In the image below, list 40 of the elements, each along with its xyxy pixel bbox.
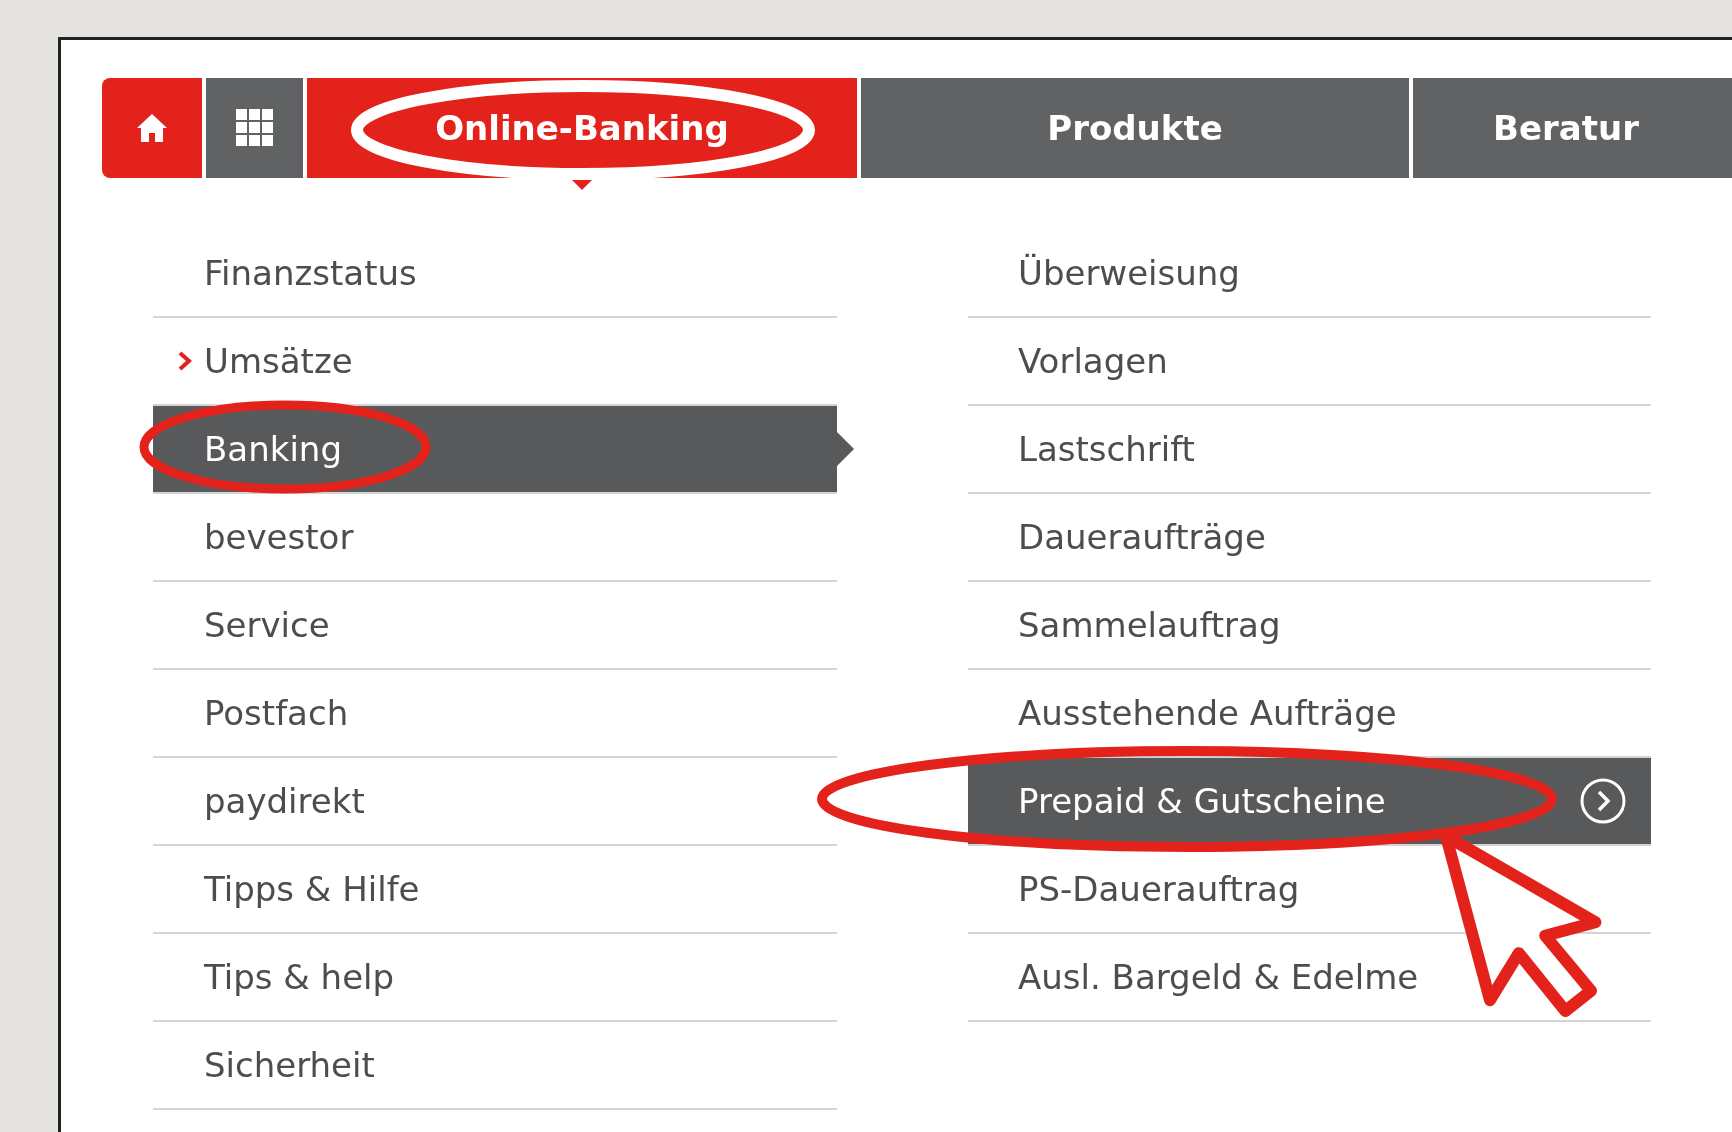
menu-item[interactable]: Tips & help [153,934,837,1022]
menu-item[interactable]: Tipps & Hilfe [153,846,837,934]
home-icon [135,112,169,144]
menu-item-label: Überweisung [1018,253,1240,293]
menu-item[interactable]: Sicherheit [153,1022,837,1110]
menu-item[interactable]: Service [153,582,837,670]
menu-item-label: PS-Dauerauftrag [1018,869,1300,909]
menu-item-label: bevestor [204,517,354,557]
nav-tab[interactable]: Produkte [861,78,1409,178]
menu-item-label: Postfach [204,693,349,733]
home-button[interactable] [102,78,202,178]
menu-item-label: Daueraufträge [1018,517,1266,557]
menu-item-label: Finanzstatus [204,253,417,293]
menu-item[interactable]: Vorlagen [968,318,1651,406]
menu-item-label: Sammelauftrag [1018,605,1281,645]
nav-tab[interactable]: Beratur [1413,78,1732,178]
menu-item-label: Ausstehende Aufträge [1018,693,1397,733]
menu-item-label: Lastschrift [1018,429,1195,469]
menu-item-label: paydirekt [204,781,365,821]
menu-item-label: Service [204,605,330,645]
menu-item[interactable]: paydirekt [153,758,837,846]
menu-item-label: Prepaid & Gutscheine [1018,781,1386,821]
chevron-circle-icon [1579,777,1627,825]
menu-item-label: Sicherheit [204,1045,375,1085]
menu-item-label: Banking [204,429,342,469]
menu-item[interactable]: Überweisung [968,230,1651,318]
grid-icon [235,109,274,147]
menu-item[interactable]: bevestor [153,494,837,582]
menu-item[interactable]: Postfach [153,670,837,758]
menu-item-label: Vorlagen [1018,341,1168,381]
menu-item[interactable]: Daueraufträge [968,494,1651,582]
menu-item[interactable]: Finanzstatus [153,230,837,318]
menu-item-label: Ausl. Bargeld & Edelme [1018,957,1419,997]
menu-item-label: Tipps & Hilfe [204,869,420,909]
menu-item[interactable]: Lastschrift [968,406,1651,494]
apps-grid-button[interactable] [206,78,303,178]
menu-item[interactable]: Sammelauftrag [968,582,1651,670]
menu-item-label: Tips & help [204,957,395,997]
active-tab-pointer-icon [570,178,594,190]
menu-item-label: Umsätze [204,341,353,381]
